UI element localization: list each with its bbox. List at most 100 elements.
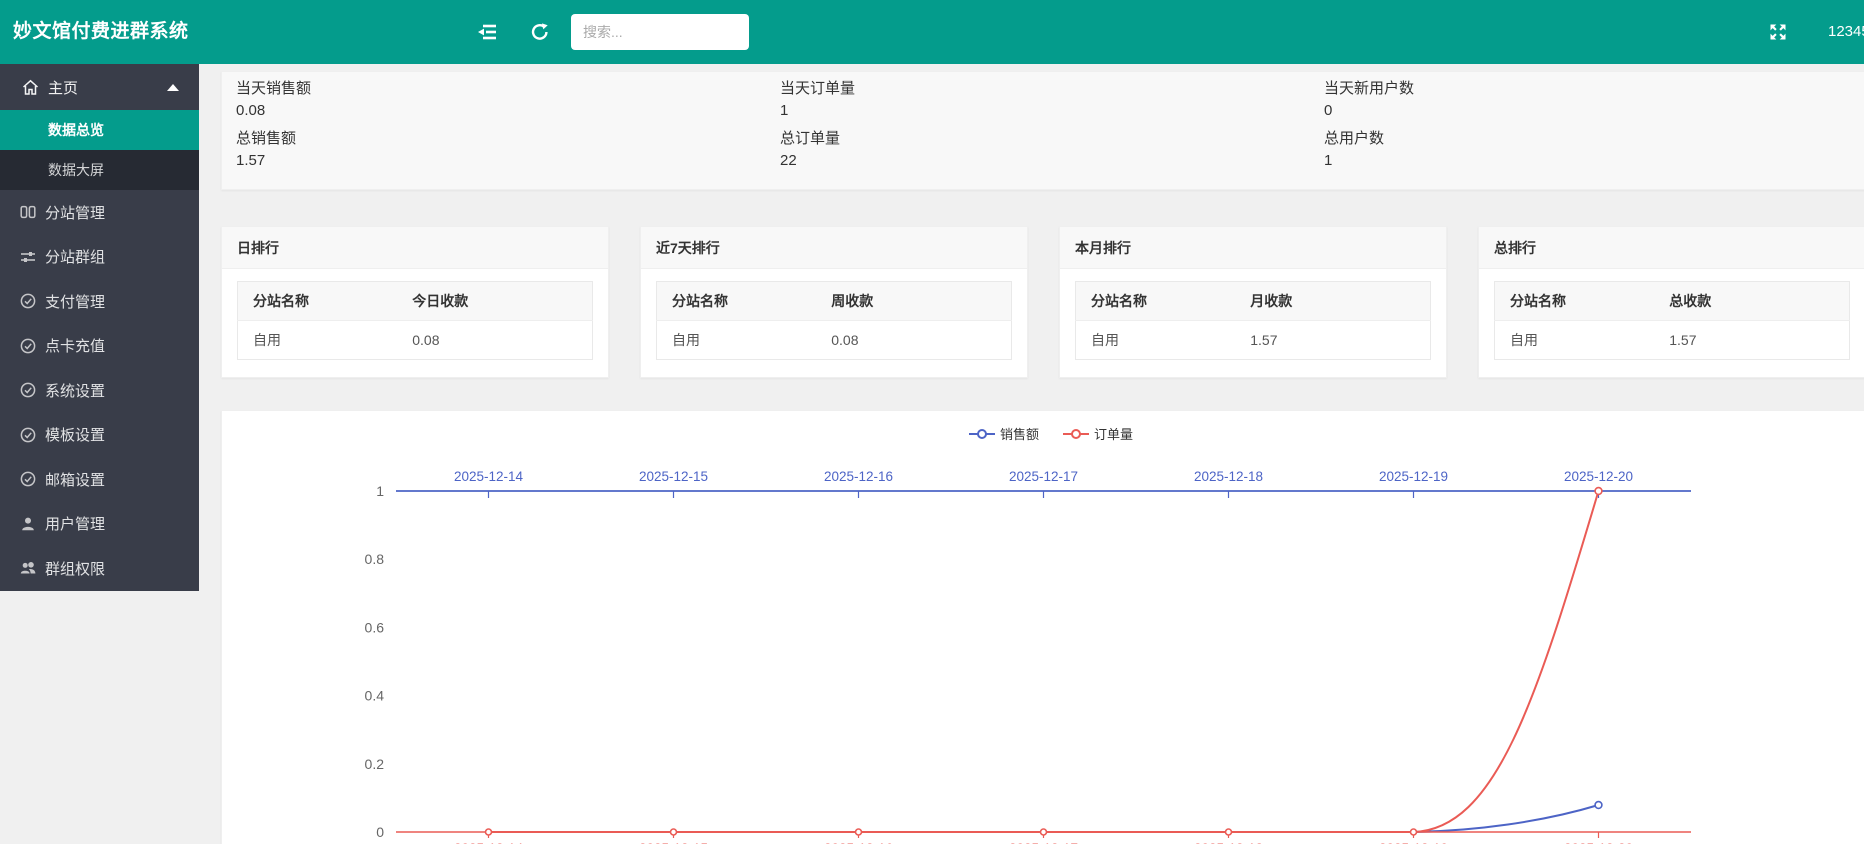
sidebar-item-template-settings[interactable]: 模板设置 [0,413,199,458]
col-header-amount: 周收款 [816,282,1011,321]
home-submenu: 数据总览 数据大屏 [0,110,199,190]
check-circle-icon [20,293,36,309]
data-point-sales-12-20[interactable] [1595,802,1602,809]
sidebar-item-label: 用户管理 [45,513,105,534]
stat-today-sales: 当天销售额 0.08 [236,78,756,121]
stat-today-orders: 当天订单量 1 [780,78,1300,121]
sidebar-nav: 主页 数据总览 数据大屏 分站管理 分站群组 [0,64,199,591]
cell-site: 自用 [657,321,817,360]
sidebar-item-home[interactable]: 主页 [0,64,199,110]
check-circle-icon [20,471,36,487]
svg-text:1: 1 [376,483,384,499]
svg-text:0.4: 0.4 [365,688,385,704]
username[interactable]: 12345 [1828,0,1864,64]
stat-today-new-users: 当天新用户数 0 [1324,78,1844,121]
rank-card-total: 总排行 分站名称 总收款 自用 1.57 [1478,226,1864,378]
sidebar-item-substation-groups[interactable]: 分站群组 [0,235,199,280]
search-input[interactable] [571,14,749,50]
x-axis-top-labels: 2025-12-14 2025-12-15 2025-12-16 2025-12… [454,469,1633,484]
template-icon [20,204,36,220]
col-header-site: 分站名称 [238,282,398,321]
app-title: 妙文馆付费进群系统 [13,0,189,64]
sidebar-item-user-manage[interactable]: 用户管理 [0,502,199,547]
svg-text:2025-12-14: 2025-12-14 [454,469,524,484]
stat-value: 0.08 [236,100,756,121]
refresh-icon[interactable] [529,21,551,43]
sidebar-item-label: 支付管理 [45,291,105,312]
col-header-amount: 今日收款 [397,282,592,321]
sidebar-item-card-recharge[interactable]: 点卡充值 [0,324,199,369]
cell-amount: 1.57 [1654,321,1849,360]
cell-site: 自用 [238,321,398,360]
sidebar-item-substation-manage[interactable]: 分站管理 [0,190,199,235]
stat-total-users: 总用户数 1 [1324,128,1844,171]
stat-value: 1 [780,100,1300,121]
rank-table: 分站名称 总收款 自用 1.57 [1494,281,1850,360]
home-icon [22,79,39,96]
rank-table: 分站名称 周收款 自用 0.08 [656,281,1012,360]
collapse-menu-icon[interactable] [475,20,499,44]
svg-text:2025-12-17: 2025-12-17 [1009,469,1078,484]
line-chart: 1 0.8 0.6 0.4 0.2 0 2025-12-14 2025-12 [222,411,1864,844]
svg-text:0.2: 0.2 [365,756,385,772]
search-box [571,14,749,50]
sidebar-item-label: 系统设置 [45,380,105,401]
data-point-orders-12-20[interactable] [1595,488,1602,495]
rank-card-month: 本月排行 分站名称 月收款 自用 1.57 [1059,226,1447,378]
rank-table: 分站名称 月收款 自用 1.57 [1075,281,1431,360]
stat-value: 1 [1324,150,1844,171]
table-row[interactable]: 自用 0.08 [238,321,593,360]
col-header-site: 分站名称 [657,282,817,321]
cell-amount: 0.08 [816,321,1011,360]
rank-card-daily: 日排行 分站名称 今日收款 自用 0.08 [221,226,609,378]
table-row[interactable]: 自用 1.57 [1495,321,1850,360]
stat-value: 0 [1324,100,1844,121]
col-header-amount: 总收款 [1654,282,1849,321]
sidebar-item-mailbox-settings[interactable]: 邮箱设置 [0,457,199,502]
stat-label: 总用户数 [1324,128,1844,149]
stat-label: 当天销售额 [236,78,756,99]
sidebar-item-payment-manage[interactable]: 支付管理 [0,279,199,324]
svg-text:2025-12-16: 2025-12-16 [824,469,893,484]
x-axis-top: 2025-12-14 2025-12-15 2025-12-16 2025-12… [396,469,1691,498]
sidebar-item-label: 模板设置 [45,424,105,445]
top-bar: 妙文馆付费进群系统 12 [0,0,1864,64]
table-row[interactable]: 自用 1.57 [1076,321,1431,360]
svg-text:0.8: 0.8 [365,551,385,567]
users-icon [20,560,36,576]
rank-card-title: 本月排行 [1060,227,1446,269]
sidebar-item-group-permissions[interactable]: 群组权限 [0,546,199,591]
series-orders-markers [486,488,1602,835]
col-header-site: 分站名称 [1076,282,1236,321]
sidebar-item-label: 分站管理 [45,202,105,223]
sidebar-item-label: 邮箱设置 [45,469,105,490]
check-circle-icon [20,382,36,398]
svg-text:2025-12-15: 2025-12-15 [639,469,708,484]
rank-table: 分站名称 今日收款 自用 0.08 [237,281,593,360]
svg-text:2025-12-18: 2025-12-18 [1194,469,1263,484]
svg-text:2025-12-20: 2025-12-20 [1564,469,1633,484]
stat-value: 1.57 [236,150,756,171]
rank-card-title: 总排行 [1479,227,1864,269]
col-header-site: 分站名称 [1495,282,1655,321]
sidebar-item-label: 点卡充值 [45,335,105,356]
cell-site: 自用 [1076,321,1236,360]
stat-label: 当天订单量 [780,78,1300,99]
fullscreen-icon[interactable] [1768,22,1788,42]
check-circle-icon [20,427,36,443]
cell-amount: 1.57 [1235,321,1430,360]
stat-label: 总订单量 [780,128,1300,149]
sliders-icon [20,249,36,265]
cell-amount: 0.08 [397,321,592,360]
svg-text:0.6: 0.6 [365,619,385,635]
sidebar-item-data-bigscreen[interactable]: 数据大屏 [0,150,199,190]
sidebar-item-system-settings[interactable]: 系统设置 [0,368,199,413]
rank-card-title: 日排行 [222,227,608,269]
page: 妙文馆付费进群系统 12 [0,0,1864,844]
series-orders-line [486,488,1602,835]
table-row[interactable]: 自用 0.08 [657,321,1012,360]
sidebar-item-label: 主页 [48,77,78,98]
sidebar-item-data-overview[interactable]: 数据总览 [0,110,199,150]
sidebar-item-label: 分站群组 [45,246,105,267]
stats-panel: 当天销售额 0.08 当天订单量 1 当天新用户数 0 总销售额 1.57 总订… [221,71,1864,190]
